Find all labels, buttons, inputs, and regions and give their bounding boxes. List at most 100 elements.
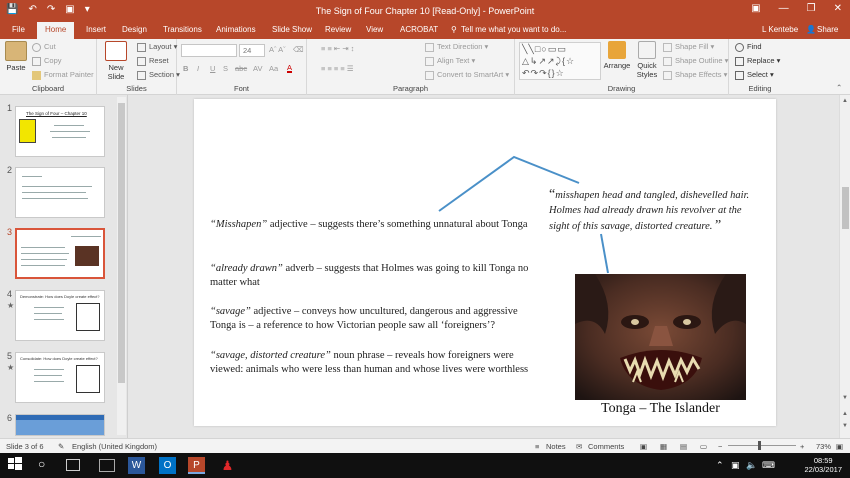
share-button[interactable]: Share — [817, 25, 838, 34]
scroll-down-icon[interactable]: ▼ — [842, 395, 848, 401]
analysis-point-2[interactable]: “already drawn” adverb – suggests that H… — [210, 262, 532, 290]
zoom-slider[interactable] — [728, 445, 796, 446]
ribbon-display-icon[interactable]: ▣ — [751, 3, 760, 14]
quick-styles-button[interactable]: Quick Styles — [633, 41, 661, 79]
font-color-button[interactable]: A — [287, 64, 293, 73]
tab-insert[interactable]: Insert — [86, 25, 106, 34]
text-direction-button[interactable]: Text Direction ▾ — [425, 42, 488, 52]
tab-animations[interactable]: Animations — [216, 25, 256, 34]
slide-thumbnail-3[interactable] — [15, 228, 105, 279]
user-name[interactable]: L Kentebe — [762, 25, 798, 34]
normal-view-icon[interactable]: ▣ — [640, 442, 647, 451]
align-icons[interactable]: ≡ ≡ ≡ ≡ ☰ — [321, 64, 354, 73]
tab-acrobat[interactable]: ACROBAT — [400, 25, 438, 34]
fit-to-window-icon[interactable]: ▣ — [836, 442, 843, 451]
change-case-button[interactable]: Aa — [269, 64, 278, 73]
restore-button[interactable]: ❐ — [807, 3, 816, 14]
thumbnail-scroll-thumb[interactable] — [118, 103, 125, 383]
reading-view-icon[interactable]: ▤ — [680, 442, 687, 451]
thumbnail-scrollbar[interactable] — [117, 97, 126, 435]
collapse-ribbon-icon[interactable]: ⌃ — [836, 83, 842, 92]
shadow-button[interactable]: S — [223, 64, 228, 73]
layout-button[interactable]: Layout ▾ — [137, 42, 177, 52]
powerpoint-icon[interactable]: P — [188, 457, 205, 474]
word-icon[interactable]: W — [128, 457, 145, 474]
task-view-icon[interactable] — [66, 459, 80, 471]
tab-review[interactable]: Review — [325, 25, 351, 34]
bullets-icon[interactable]: ≡ ≡ ⇤ ⇥ ↕ — [321, 44, 354, 53]
analysis-point-3[interactable]: “savage” adjective – conveys how uncultu… — [210, 305, 540, 333]
slide-thumbnail-2[interactable] — [15, 167, 105, 218]
shapes-gallery[interactable]: ╲╲□○▭▭ △↳↗↗⤸{☆ ↶↷↷{}☆ — [519, 42, 601, 80]
quote-text[interactable]: “misshapen head and tangled, dishevelled… — [549, 187, 764, 234]
tab-slideshow[interactable]: Slide Show — [272, 25, 312, 34]
slideshow-view-icon[interactable]: ▭ — [700, 442, 707, 451]
cut-button[interactable]: Cut — [32, 42, 56, 52]
analysis-point-1[interactable]: “Misshapen” adjective – suggests there’s… — [210, 218, 532, 232]
slide-sorter-icon[interactable]: ▦ — [660, 442, 667, 451]
share-icon[interactable]: 👤 — [806, 25, 816, 34]
next-slide-icon[interactable]: ▼ — [842, 423, 848, 429]
previous-slide-icon[interactable]: ▲ — [842, 411, 848, 417]
copy-button[interactable]: Copy — [32, 56, 62, 66]
shape-outline-button[interactable]: Shape Outline ▾ — [663, 56, 728, 66]
arrange-button[interactable]: Arrange — [603, 41, 631, 70]
select-button[interactable]: Select ▾ — [735, 70, 774, 80]
shape-effects-button[interactable]: Shape Effects ▾ — [663, 70, 727, 80]
slide-thumbnail-1[interactable]: The Sign of Four – Chapter 10 — [15, 106, 105, 157]
underline-button[interactable]: U — [210, 64, 215, 73]
file-explorer-icon[interactable] — [99, 459, 115, 472]
clock[interactable]: 08:59 22/03/2017 — [804, 456, 842, 474]
acrobat-icon[interactable]: ♟ — [219, 457, 236, 474]
language-bar-icon[interactable]: ⌨ — [762, 457, 779, 474]
char-spacing-button[interactable]: AV — [253, 64, 262, 73]
new-slide-button[interactable]: New Slide — [101, 41, 131, 81]
shape-fill-button[interactable]: Shape Fill ▾ — [663, 42, 714, 52]
tab-file[interactable]: File — [12, 25, 25, 34]
reset-button[interactable]: Reset — [137, 56, 169, 66]
section-button[interactable]: Section ▾ — [137, 70, 180, 80]
tonga-image[interactable] — [575, 274, 746, 400]
tab-view[interactable]: View — [366, 25, 383, 34]
search-icon[interactable]: ○ — [38, 457, 55, 474]
comments-icon[interactable]: ✉ — [576, 442, 582, 451]
align-text-button[interactable]: Align Text ▾ — [425, 56, 475, 66]
bold-button[interactable]: B — [183, 64, 188, 73]
outlook-icon[interactable]: O — [159, 457, 176, 474]
minimize-button[interactable]: — — [779, 3, 789, 14]
zoom-in-icon[interactable]: + — [800, 442, 804, 451]
scroll-up-icon[interactable]: ▲ — [842, 98, 848, 104]
notes-icon[interactable]: ≡ — [535, 442, 539, 451]
comments-button[interactable]: Comments — [588, 442, 624, 451]
paste-button[interactable]: Paste — [4, 41, 28, 72]
tab-design[interactable]: Design — [122, 25, 147, 34]
replace-button[interactable]: Replace ▾ — [735, 56, 780, 66]
zoom-slider-handle[interactable] — [758, 441, 761, 450]
slide-scroll-thumb[interactable] — [842, 187, 849, 229]
notes-button[interactable]: Notes — [546, 442, 566, 451]
grow-font-icon[interactable]: Aˆ Aˇ — [269, 45, 286, 54]
slide-thumbnail-5[interactable]: Consolidate: How does Doyle create effec… — [15, 352, 105, 403]
tell-me-box[interactable]: Tell me what you want to do... — [461, 25, 566, 34]
format-painter-button[interactable]: Format Painter — [32, 70, 94, 80]
close-button[interactable]: ✕ — [834, 3, 842, 14]
zoom-out-icon[interactable]: − — [718, 442, 722, 451]
font-name-field[interactable] — [181, 44, 237, 57]
windows-start-icon[interactable] — [8, 457, 25, 474]
slide-thumbnail-6[interactable] — [15, 414, 105, 436]
spellcheck-icon[interactable]: ✎ — [58, 442, 64, 451]
tab-transitions[interactable]: Transitions — [163, 25, 202, 34]
clear-format-icon[interactable]: ⌫ — [293, 45, 304, 54]
slide-scrollbar[interactable]: ▲ ▼ ▲ ▼ — [839, 95, 850, 438]
italic-button[interactable]: I — [197, 64, 199, 73]
tab-home[interactable]: Home — [37, 22, 75, 39]
volume-icon[interactable]: 🔈 — [746, 457, 763, 474]
strikethrough-button[interactable]: abc — [235, 64, 247, 73]
smartart-button[interactable]: Convert to SmartArt ▾ — [425, 70, 509, 80]
analysis-point-4[interactable]: “savage, distorted creature” noun phrase… — [210, 349, 532, 377]
language-indicator[interactable]: English (United Kingdom) — [72, 442, 157, 451]
zoom-level[interactable]: 73% — [816, 442, 831, 451]
current-slide[interactable]: “misshapen head and tangled, dishevelled… — [194, 99, 776, 426]
font-size-field[interactable]: 24 — [239, 44, 265, 57]
find-button[interactable]: Find — [735, 42, 762, 52]
